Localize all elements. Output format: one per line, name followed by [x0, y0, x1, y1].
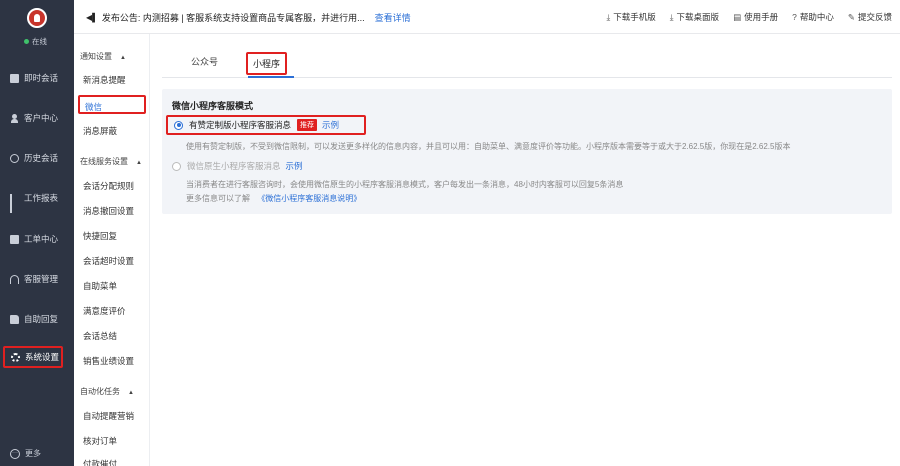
history-icon: [10, 153, 19, 163]
submenu-item-new-message-alert[interactable]: 新消息提醒: [83, 74, 126, 86]
group-label: 通知设置: [80, 52, 112, 61]
thumb-icon: [10, 314, 19, 324]
option-wechat-native[interactable]: 微信原生小程序客服消息 示例: [172, 160, 303, 172]
option-description: 使用有赞定制版，不受到微信限制，可以发送更多样化的信息内容，并且可以用：自助菜单…: [186, 142, 791, 151]
nav-item-customers[interactable]: 客户中心: [0, 107, 74, 129]
tool-label: 使用手册: [744, 12, 779, 22]
chart-icon: [10, 193, 19, 213]
chat-icon: [10, 73, 19, 83]
active-tab-indicator: [248, 76, 294, 78]
tab-official-account[interactable]: 公众号: [191, 55, 218, 68]
announcement: ◀▌ 发布公告: 内测招募 | 客服系统支持设置商品专属客服，并进行用... 查…: [86, 11, 411, 24]
nav-item-tickets[interactable]: 工单中心: [0, 228, 74, 250]
nav-item-label: 客户中心: [24, 113, 59, 123]
announcement-text: 发布公告: 内测招募 | 客服系统支持设置商品专属客服，并进行用...: [101, 13, 365, 23]
user-icon: [10, 113, 19, 123]
example-link[interactable]: 示例: [322, 119, 339, 131]
caret-up-icon: ▲: [120, 55, 126, 61]
nav-item-chat[interactable]: 即时会话: [0, 67, 74, 89]
group-label: 自动化任务: [80, 387, 120, 396]
submenu-item-auto-marketing[interactable]: 自动提醒营销: [83, 410, 134, 422]
submenu-item-timeout-settings[interactable]: 会话超时设置: [83, 255, 134, 267]
more-label: 更多: [25, 449, 41, 458]
tool-label: 帮助中心: [799, 12, 834, 22]
online-status-label: 在线: [32, 37, 47, 46]
nav-item-label: 工单中心: [24, 234, 59, 244]
option-label: 微信原生小程序客服消息: [187, 161, 281, 171]
manual-button[interactable]: ▤ 使用手册: [733, 11, 778, 23]
option-description: 当消费者在进行客服咨询时，会使用微信原生的小程序客服消息模式，客户每发出一条消息…: [186, 180, 624, 189]
nav-item-agents[interactable]: 客服管理: [0, 268, 74, 290]
online-status[interactable]: 在线: [24, 36, 47, 47]
submenu-item-sales-performance[interactable]: 销售业绩设置: [83, 355, 134, 367]
section-title: 微信小程序客服模式: [172, 101, 254, 111]
ticket-icon: [10, 234, 19, 244]
nav-item-label: 历史会话: [24, 153, 59, 163]
headset-icon: [10, 274, 19, 284]
customer-service-mode-panel: 微信小程序客服模式 有赞定制版小程序客服消息 推荐 示例 使用有赞定制版，不受到…: [162, 89, 892, 214]
submenu-group-online-service[interactable]: 在线服务设置 ▲: [80, 156, 142, 167]
more-button[interactable]: ··· 更多: [10, 448, 41, 459]
submenu-item-payment-reminder[interactable]: 付款催付: [83, 458, 117, 466]
more-icon: ···: [10, 448, 20, 459]
example-link[interactable]: 示例: [286, 160, 303, 172]
avatar[interactable]: [27, 8, 47, 28]
nav-item-label: 客服管理: [24, 274, 59, 284]
nav-item-history[interactable]: 历史会话: [0, 147, 74, 169]
help-center-button[interactable]: ? 帮助中心: [792, 11, 834, 23]
group-label: 在线服务设置: [80, 157, 128, 166]
main-content: 公众号 小程序 微信小程序客服模式 有赞定制版小程序客服消息 推荐 示例 使用有…: [150, 34, 900, 466]
submenu-group-notifications[interactable]: 通知设置 ▲: [80, 51, 126, 62]
submenu-item-satisfaction[interactable]: 满意度评价: [83, 305, 126, 317]
tab-bar: 公众号 小程序: [162, 52, 892, 78]
nav-item-reports[interactable]: 工作报表: [0, 187, 74, 213]
edit-icon: ✎: [847, 12, 855, 22]
submenu-item-verify-order[interactable]: 核对订单: [83, 435, 117, 447]
caret-up-icon: ▲: [128, 390, 134, 396]
tool-label: 提交反馈: [857, 12, 892, 22]
tool-label: 下载手机版: [613, 12, 656, 22]
option-youzan-custom[interactable]: 有赞定制版小程序客服消息 推荐 示例: [166, 115, 366, 135]
radio-selected-icon[interactable]: [174, 120, 183, 130]
book-icon: ▤: [733, 12, 742, 22]
top-bar: ◀▌ 发布公告: 内测招募 | 客服系统支持设置商品专属客服，并进行用... 查…: [74, 0, 900, 34]
announcement-icon: ◀▌: [86, 13, 98, 22]
settings-submenu: 通知设置 ▲ 新消息提醒 微信 消息屏蔽 在线服务设置 ▲ 会话分配规则 消息撤回设…: [74, 34, 150, 466]
recommended-badge: 推荐: [297, 119, 318, 131]
feedback-button[interactable]: ✎ 提交反馈: [848, 11, 892, 23]
submenu-item-message-block[interactable]: 消息屏蔽: [83, 125, 117, 137]
submenu-item-assignment-rules[interactable]: 会话分配规则: [83, 180, 134, 192]
nav-item-system-settings[interactable]: 系统设置: [3, 346, 63, 368]
submenu-item-recall-settings[interactable]: 消息撤回设置: [83, 205, 134, 217]
help-icon: ?: [792, 12, 797, 22]
caret-up-icon: ▲: [136, 160, 142, 166]
download-icon: ⤓: [606, 12, 611, 22]
gear-icon: [11, 352, 20, 362]
download-mobile-button[interactable]: ⤓ 下载手机版: [607, 11, 656, 23]
submenu-group-automation[interactable]: 自动化任务 ▲: [80, 386, 134, 397]
announcement-details-link[interactable]: 查看详情: [375, 11, 411, 24]
nav-item-label: 系统设置: [25, 352, 60, 362]
submenu-item-wechat[interactable]: 微信: [78, 95, 146, 114]
option-label: 有赞定制版小程序客服消息: [189, 120, 292, 130]
radio-unselected-icon[interactable]: [172, 161, 181, 171]
nav-item-label: 即时会话: [24, 73, 59, 83]
more-info-link[interactable]: 《微信小程序客服消息说明》: [257, 194, 361, 203]
submenu-item-self-service-menu[interactable]: 自助菜单: [83, 280, 117, 292]
tab-mini-program[interactable]: 小程序: [246, 52, 288, 75]
download-desktop-button[interactable]: ⤓ 下载桌面版: [670, 11, 719, 23]
submenu-item-session-summary[interactable]: 会话总结: [83, 330, 117, 342]
nav-item-label: 工作报表: [24, 193, 59, 203]
download-icon: ⤓: [669, 12, 674, 22]
nav-item-auto-reply[interactable]: 自助回复: [0, 308, 74, 330]
main-nav: 在线 即时会话 客户中心 历史会话 工作报表 工单中心 客服管理 自助回复 系统…: [0, 0, 74, 466]
submenu-item-quick-reply[interactable]: 快捷回复: [83, 230, 117, 242]
online-dot-icon: [24, 39, 29, 44]
more-info: 更多信息可以了解 《微信小程序客服消息说明》: [186, 193, 361, 204]
toolbar: ⤓ 下载手机版 ⤓ 下载桌面版 ▤ 使用手册 ? 帮助中心 ✎ 提交反馈: [607, 11, 893, 23]
more-info-text: 更多信息可以了解: [186, 194, 250, 203]
tool-label: 下载桌面版: [676, 12, 720, 22]
nav-item-label: 自助回复: [24, 314, 59, 324]
